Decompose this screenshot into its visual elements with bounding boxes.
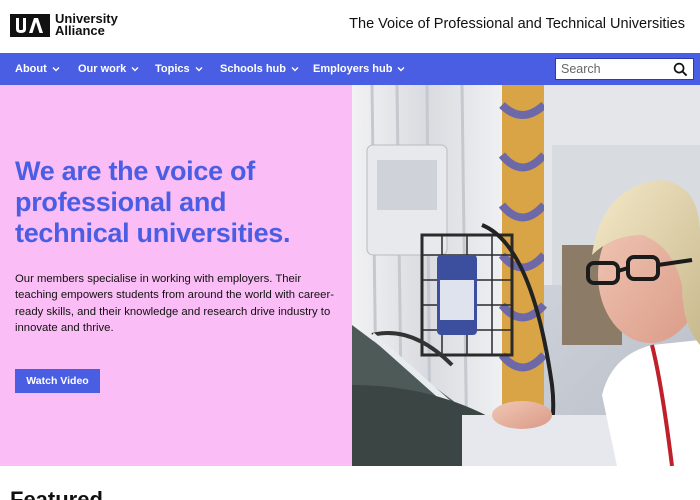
search-icon[interactable] [673,62,688,77]
site-header: University Alliance The Voice of Profess… [0,0,700,53]
site-tagline: The Voice of Professional and Technical … [349,16,685,32]
featured-heading: Featured [10,487,103,500]
logo-text-line2: Alliance [55,23,105,38]
nav-item-our-work[interactable]: Our work [78,53,139,85]
nav-item-label: About [15,63,47,75]
hero-panel: We are the voice of professional and tec… [0,85,352,466]
university-alliance-logo-icon [10,13,50,37]
nav-item-label: Our work [78,63,127,75]
search-box [555,58,694,80]
chevron-down-icon [397,67,405,72]
hero-image [352,85,700,466]
nav-item-about[interactable]: About [15,53,60,85]
nav-item-employers-hub[interactable]: Employers hub [313,53,405,85]
search-input[interactable] [561,62,671,76]
main-nav: About Our work Topics Schools hub Employ… [0,53,700,85]
nurse-patient-photo [352,85,700,466]
hero-description: Our members specialise in working with e… [15,273,334,334]
chevron-down-icon [195,67,203,72]
nav-item-label: Employers hub [313,63,393,75]
nav-item-topics[interactable]: Topics [155,53,203,85]
chevron-down-icon [52,67,60,72]
nav-item-label: Topics [155,63,190,75]
site-logo[interactable]: University Alliance [10,12,118,38]
nav-item-label: Schools hub [220,63,286,75]
chevron-down-icon [291,67,299,72]
watch-video-button[interactable]: Watch Video [15,369,100,393]
nav-item-schools-hub[interactable]: Schools hub [220,53,299,85]
chevron-down-icon [131,67,139,72]
hero-title: We are the voice of professional and tec… [15,156,291,248]
